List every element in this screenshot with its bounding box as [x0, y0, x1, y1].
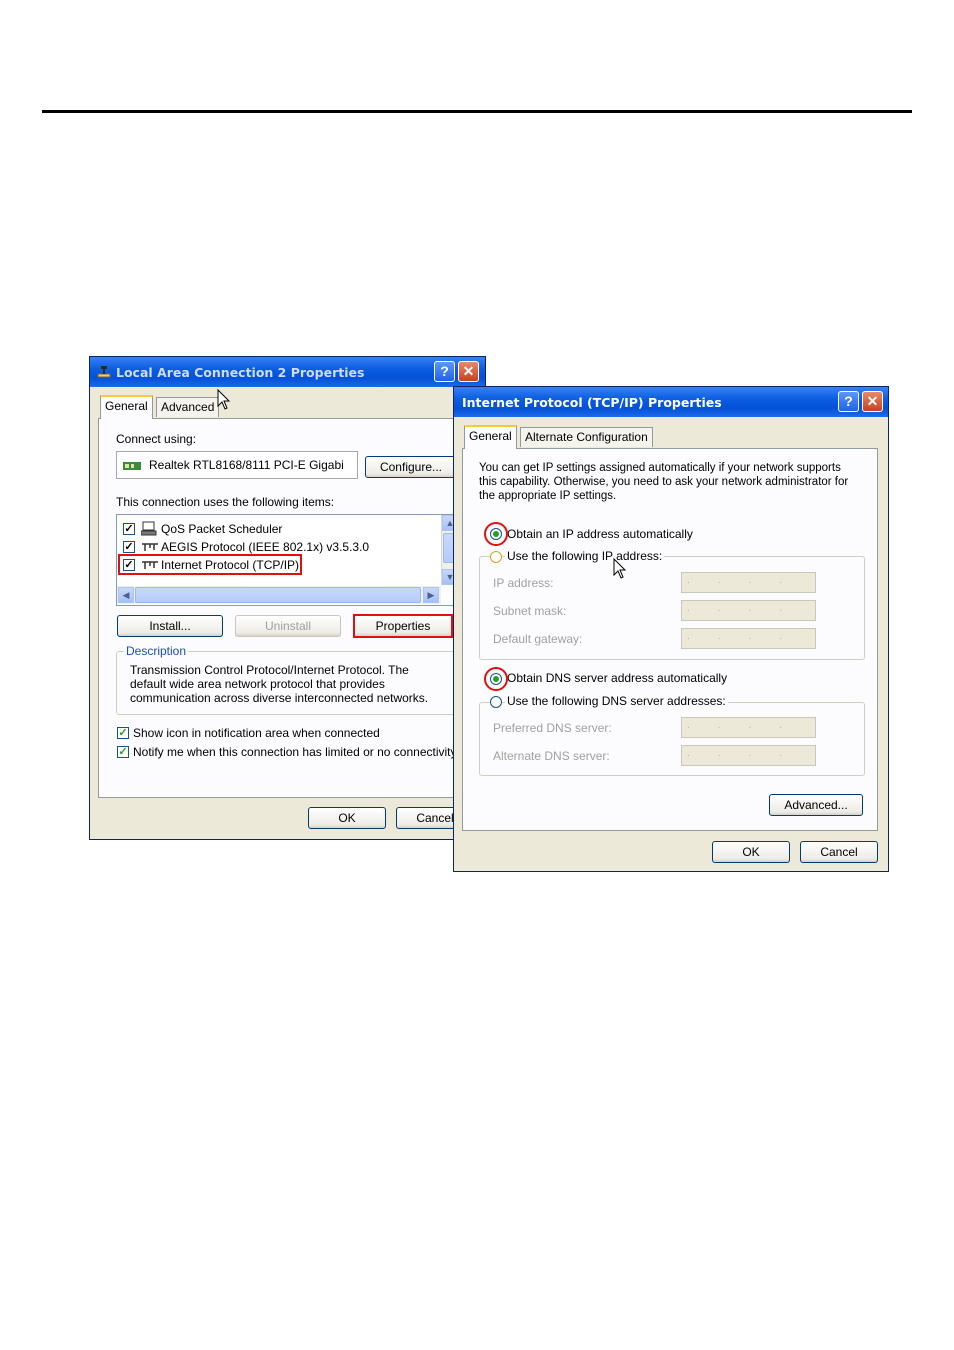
tcpip-highlight: [118, 554, 302, 575]
notify-label: Notify me when this connection has limit…: [133, 745, 457, 759]
gateway-label: Default gateway:: [493, 632, 583, 646]
scroll-left-icon[interactable]: ◀: [118, 587, 134, 603]
scroll-right-icon[interactable]: ▶: [423, 587, 439, 603]
alternate-dns-label: Alternate DNS server:: [493, 749, 610, 763]
list-item[interactable]: ✓ QoS Packet Scheduler: [123, 521, 423, 537]
tab-general[interactable]: General: [464, 425, 517, 449]
lan-title-bar[interactable]: Local Area Connection 2 Properties ? ✕: [90, 357, 485, 387]
alternate-dns-field: ....: [681, 745, 816, 766]
tab-alternate-configuration[interactable]: Alternate Configuration: [520, 427, 653, 447]
obtain-ip-highlight: [484, 522, 508, 546]
page-rule: [42, 110, 912, 113]
close-icon[interactable]: ✕: [862, 391, 883, 412]
list-item[interactable]: ✓ AEGIS Protocol (IEEE 802.1x) v3.5.3.0: [123, 539, 423, 555]
gateway-field: ....: [681, 628, 816, 649]
mouse-cursor-icon: [613, 558, 627, 579]
connect-using-label: Connect using:: [116, 432, 197, 446]
tcpip-dialog-title: Internet Protocol (TCP/IP) Properties: [462, 395, 722, 410]
qos-icon: [140, 521, 157, 539]
tcpip-general-panel: You can get IP settings assigned automat…: [462, 448, 878, 831]
preferred-dns-field: ....: [681, 717, 816, 738]
preferred-dns-label: Preferred DNS server:: [493, 721, 612, 735]
uninstall-button: Uninstall: [235, 615, 341, 637]
use-dns-radio[interactable]: [490, 696, 502, 708]
help-icon[interactable]: ?: [838, 391, 859, 412]
tab-general[interactable]: General: [100, 395, 153, 419]
mouse-cursor-icon: [217, 389, 231, 410]
properties-highlight: [353, 614, 453, 638]
obtain-dns-label: Obtain DNS server address automatically: [507, 671, 728, 685]
obtain-ip-label: Obtain an IP address automatically: [507, 527, 693, 541]
subnet-label: Subnet mask:: [493, 604, 567, 618]
show-icon-label: Show icon in notification area when conn…: [133, 726, 380, 740]
use-ip-radio[interactable]: [490, 551, 502, 563]
tab-advanced[interactable]: Advanced: [156, 397, 220, 417]
lan-general-panel: Connect using: Realtek RTL8168/8111 PCI-…: [98, 418, 478, 798]
notify-checkbox[interactable]: ✓: [117, 746, 129, 758]
lan-ok-button[interactable]: OK: [308, 807, 386, 829]
description-text: Transmission Control Protocol/Internet P…: [130, 663, 429, 705]
intro-text: You can get IP settings assigned automat…: [479, 462, 849, 502]
aegis-checkbox[interactable]: ✓: [123, 541, 135, 553]
close-icon[interactable]: ✕: [458, 361, 479, 382]
configure-button[interactable]: Configure...: [365, 456, 457, 478]
show-icon-checkbox[interactable]: ✓: [117, 727, 129, 739]
tcpip-cancel-button[interactable]: Cancel: [800, 841, 878, 863]
qos-checkbox[interactable]: ✓: [123, 523, 135, 535]
ip-address-field: ....: [681, 572, 816, 593]
ip-address-label: IP address:: [493, 576, 554, 590]
network-connection-icon: [96, 365, 112, 382]
tcpip-title-bar[interactable]: Internet Protocol (TCP/IP) Properties ? …: [454, 387, 888, 417]
obtain-dns-highlight: [484, 667, 508, 691]
items-label: This connection uses the following items…: [116, 495, 335, 509]
use-ip-label: Use the following IP address:: [505, 549, 665, 563]
lan-properties-dialog: Local Area Connection 2 Properties ? ✕ G…: [89, 356, 486, 840]
item-label: QoS Packet Scheduler: [161, 522, 283, 536]
description-legend: Description: [124, 644, 189, 658]
tcpip-tabs: General Alternate Configuration: [464, 425, 724, 449]
advanced-button[interactable]: Advanced...: [769, 794, 863, 816]
install-button[interactable]: Install...: [117, 615, 223, 637]
lan-dialog-title: Local Area Connection 2 Properties: [116, 365, 365, 380]
scroll-h-thumb[interactable]: [135, 587, 421, 603]
help-icon[interactable]: ?: [434, 361, 455, 382]
use-dns-label: Use the following DNS server addresses:: [505, 694, 728, 708]
network-adapter-icon: [123, 460, 141, 474]
subnet-field: ....: [681, 600, 816, 621]
tcpip-properties-dialog: Internet Protocol (TCP/IP) Properties ? …: [453, 386, 889, 872]
adapter-field: Realtek RTL8168/8111 PCI-E Gigabi: [116, 451, 358, 479]
item-label: AEGIS Protocol (IEEE 802.1x) v3.5.3.0: [161, 540, 370, 554]
items-list: ✓ QoS Packet Scheduler ✓ AEGIS Protocol …: [116, 514, 458, 606]
adapter-name: Realtek RTL8168/8111 PCI-E Gigabi: [149, 458, 344, 472]
lan-tabs: General Advanced: [100, 395, 300, 419]
tcpip-ok-button[interactable]: OK: [712, 841, 790, 863]
horizontal-scrollbar[interactable]: ◀ ▶: [117, 586, 441, 604]
